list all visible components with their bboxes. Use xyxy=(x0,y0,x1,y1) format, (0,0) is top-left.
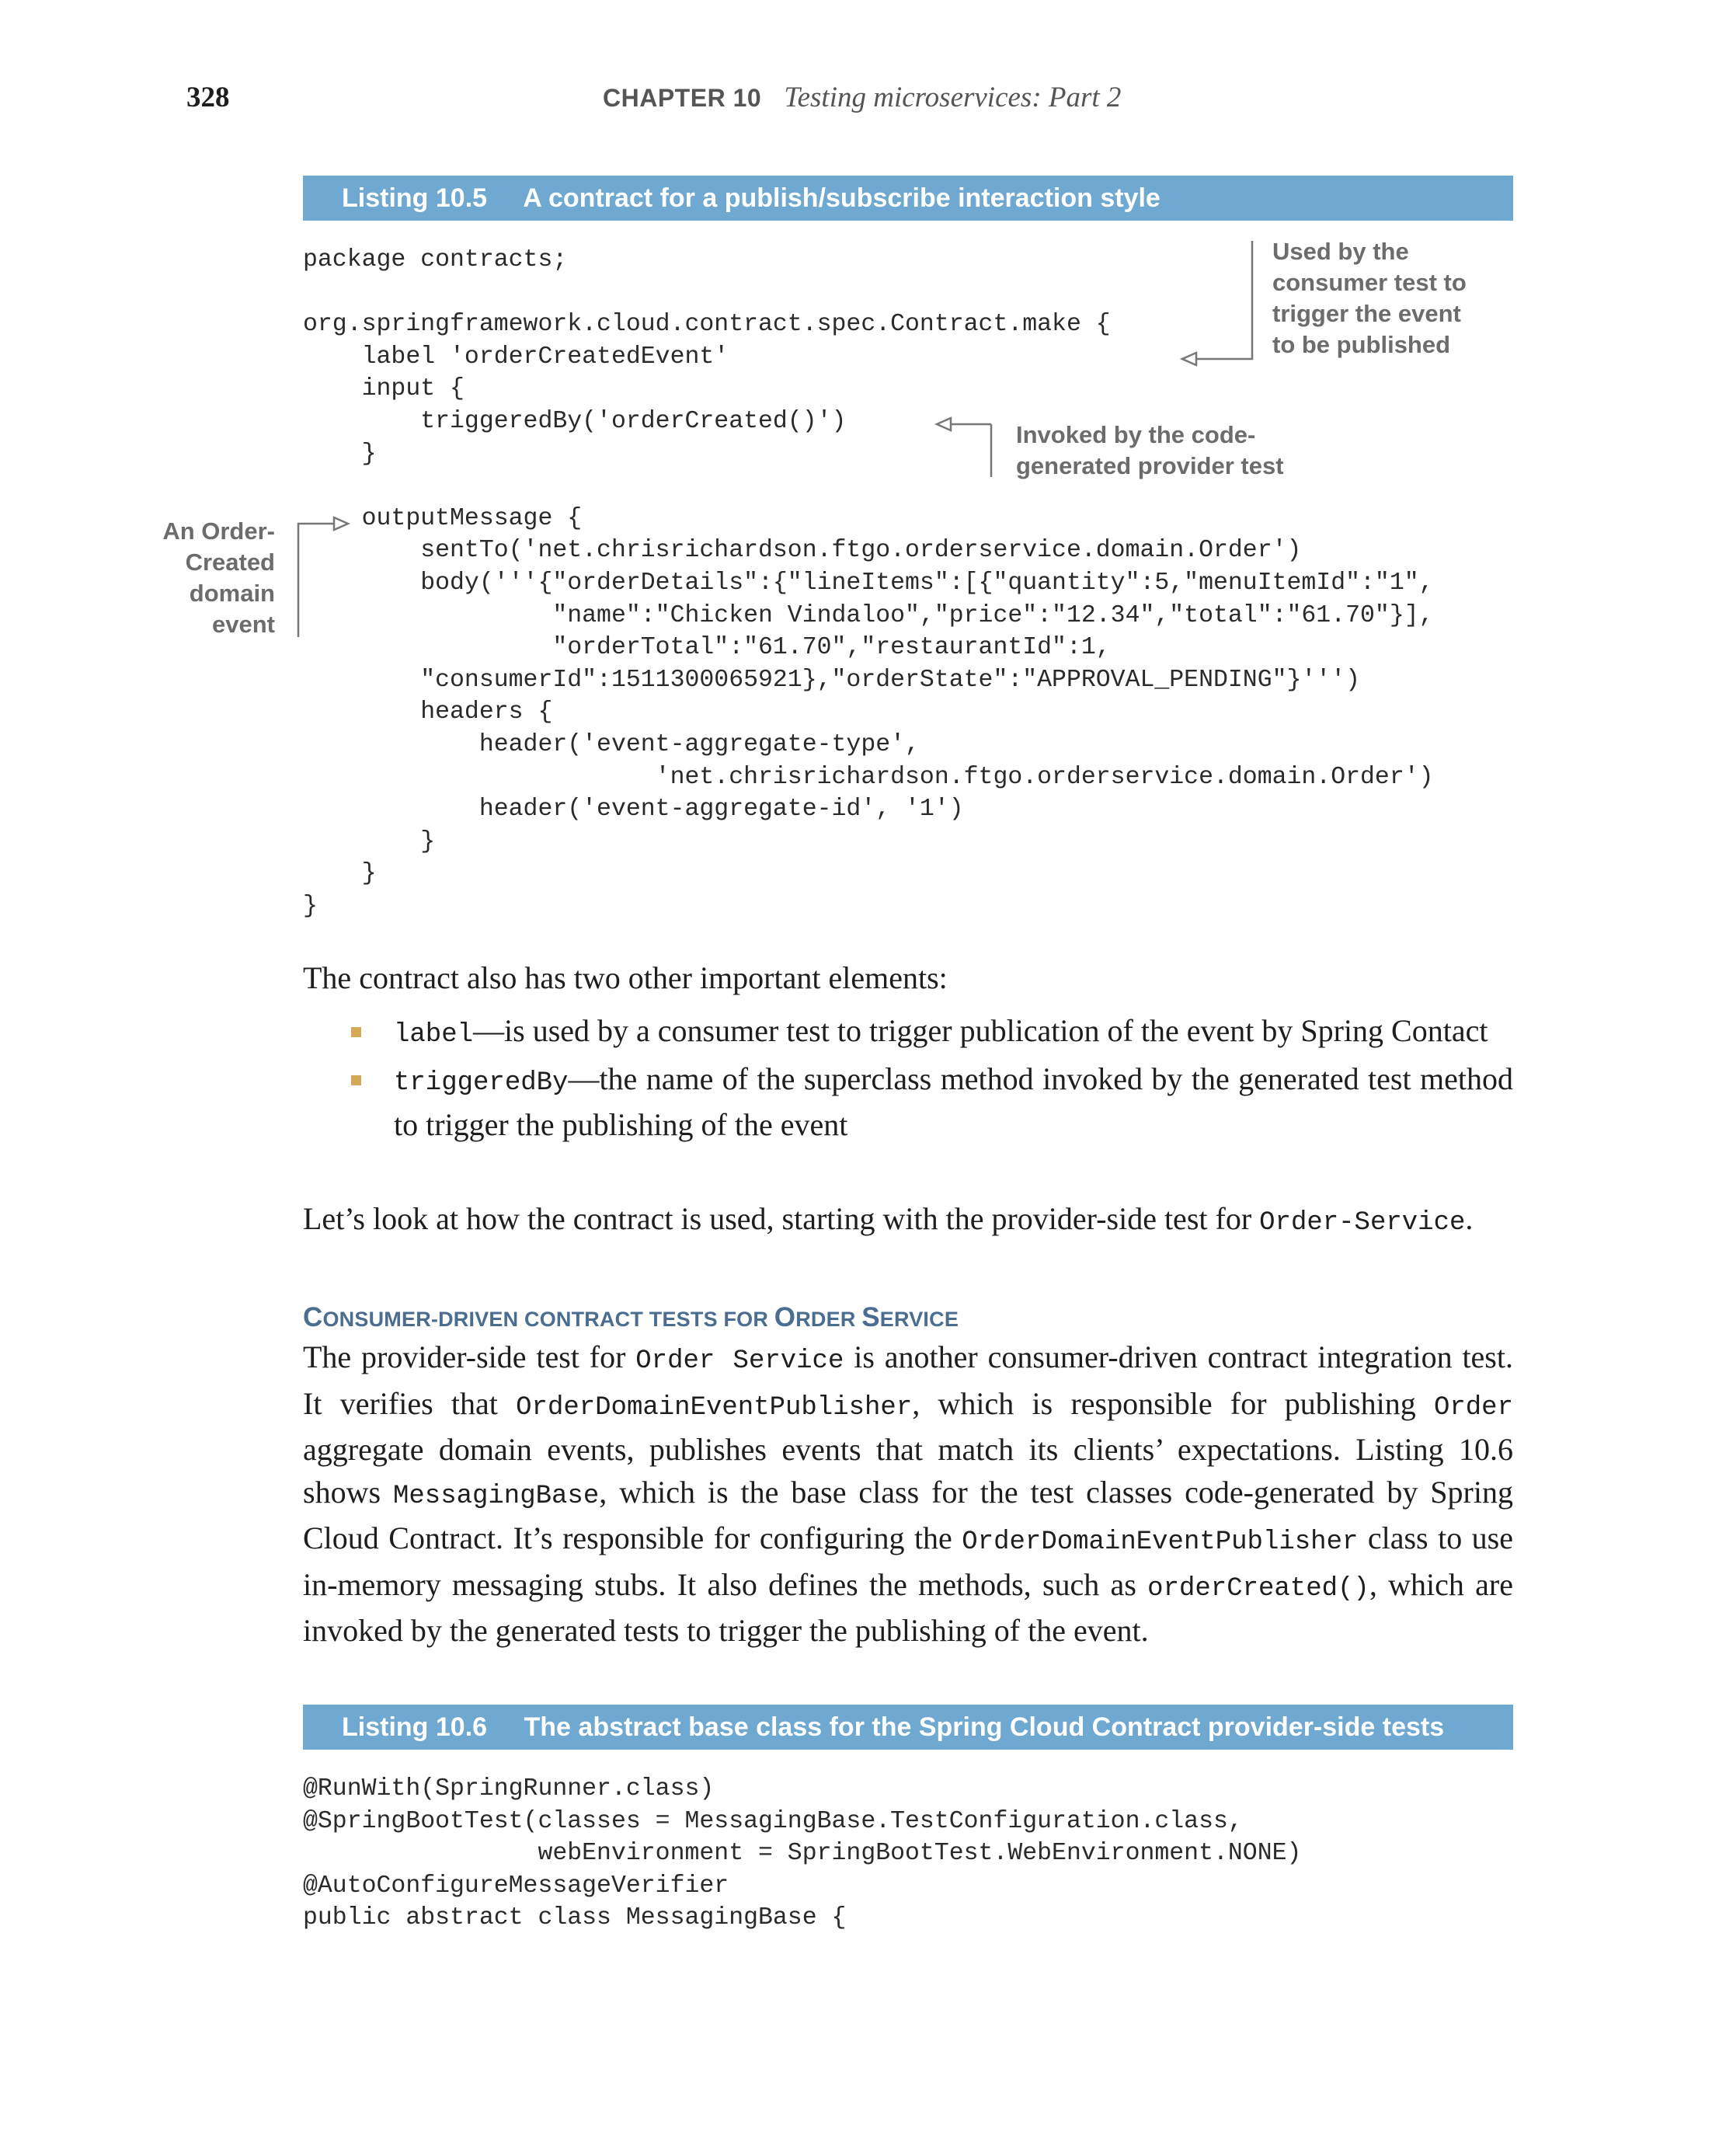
listing-10-6-code: @RunWith(SpringRunner.class) @SpringBoot… xyxy=(303,1775,1302,1932)
bullet-label: label—is used by a consumer test to trig… xyxy=(351,1010,1513,1057)
listing-title: The abstract base class for the Spring C… xyxy=(524,1712,1445,1742)
intro-paragraph: The contract also has two other importan… xyxy=(303,960,948,995)
bullet-marker xyxy=(351,1027,361,1037)
listing-number: Listing 10.6 xyxy=(342,1712,488,1742)
callout-line-consumer xyxy=(1196,241,1254,360)
bullet-marker xyxy=(351,1075,361,1085)
section-subheading: CONSUMER-DRIVEN CONTRACT TESTS FOR ORDER… xyxy=(303,1302,959,1332)
bullet-triggeredby: triggeredBy—the name of the superclass m… xyxy=(351,1058,1513,1147)
arrowhead-domain-event xyxy=(332,516,351,531)
callout-line-domain-event xyxy=(297,522,334,637)
element-bullets: label—is used by a consumer test to trig… xyxy=(351,1010,1513,1148)
callout-line-provider xyxy=(951,423,993,477)
lets-look-paragraph: Let’s look at how the contract is used, … xyxy=(303,1201,1474,1238)
arrowhead-consumer xyxy=(1179,351,1198,367)
provider-test-paragraph: The provider-side test for Order Service… xyxy=(303,1339,1514,1648)
listing-10-6-caption: Listing 10.6 The abstract base class for… xyxy=(303,1705,1513,1750)
arrowhead-provider xyxy=(934,416,952,432)
